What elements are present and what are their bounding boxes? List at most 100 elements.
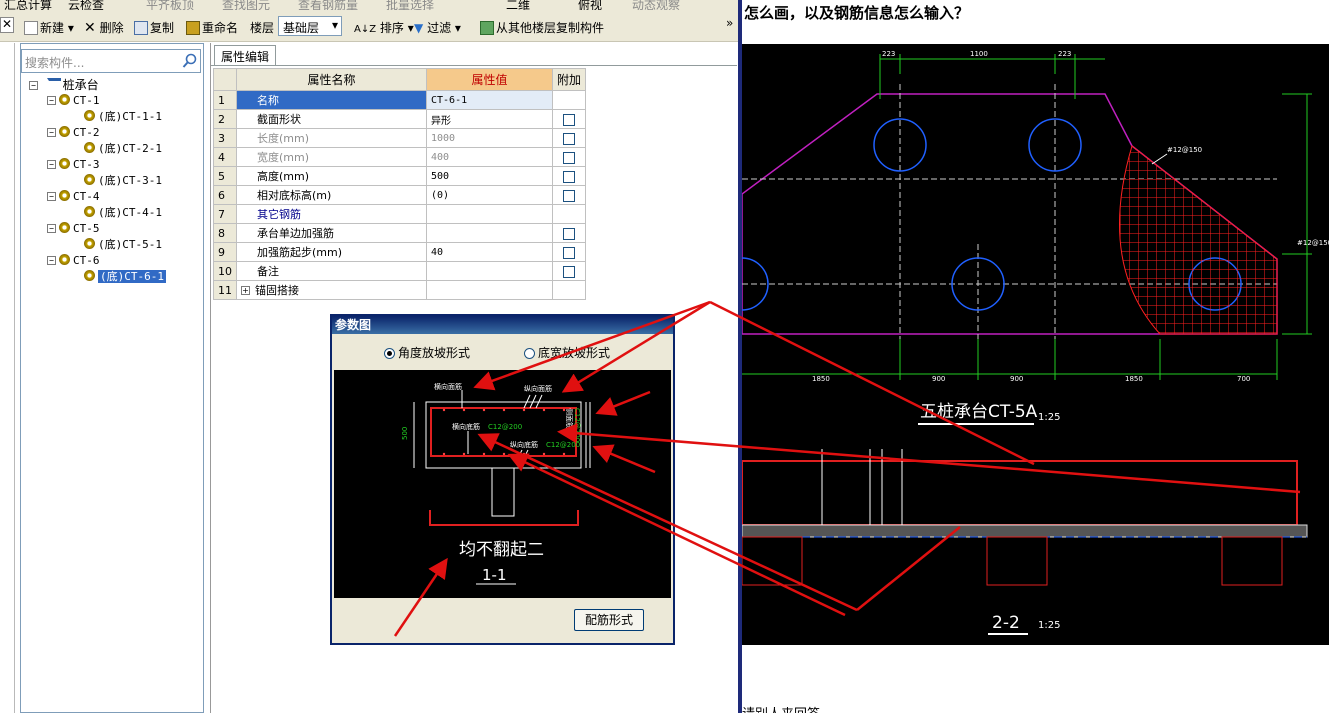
tree-item-child[interactable]: (底)CT-3-1 [81, 173, 162, 189]
extra-checkbox[interactable] [563, 170, 575, 183]
extra-cell[interactable] [551, 109, 587, 129]
note-label: 均不翻起二 [459, 540, 544, 560]
chevron-down-icon: ▾ [331, 18, 338, 32]
find-element-button[interactable]: 查找图元 [222, 0, 270, 10]
table-row[interactable]: 1 名称 CT-6-1 [213, 90, 587, 110]
property-value[interactable]: 40 [426, 242, 553, 262]
property-value[interactable]: CT-6-1 [426, 90, 553, 110]
angle-slope-radio[interactable]: 角度放坡形式 [384, 344, 470, 361]
rebar-form-button[interactable]: 配筋形式 [574, 609, 644, 631]
tree-item-parent[interactable]: − CT-3 [47, 157, 100, 173]
tree-item-parent[interactable]: − CT-4 [47, 189, 100, 205]
tree-item-label: CT-3 [73, 158, 100, 171]
table-row[interactable]: 3 长度(mm) 1000 [213, 128, 587, 148]
collapse-icon[interactable]: − [29, 81, 38, 90]
table-row[interactable]: 9 加强筋起步(mm) 40 [213, 242, 587, 262]
expand-icon[interactable]: + [241, 286, 250, 295]
view-2d-select[interactable]: 二维 [506, 0, 530, 10]
table-row[interactable]: 7 其它钢筋 [213, 204, 587, 224]
dynamic-view-button[interactable]: 动态观察 [632, 0, 680, 10]
copy-button[interactable]: 复制 [134, 19, 174, 36]
batch-select-button[interactable]: 批量选择 [386, 0, 434, 10]
property-value[interactable]: 异形 [426, 109, 553, 129]
filter-button[interactable]: ▼ 过滤 ▾ [414, 19, 461, 36]
property-value[interactable] [426, 280, 553, 300]
tree-item-child[interactable]: (底)CT-1-1 [81, 109, 162, 125]
gear-icon [59, 222, 70, 233]
tree-item-parent[interactable]: − CT-2 [47, 125, 100, 141]
top-view-select[interactable]: 俯视 [578, 0, 602, 10]
collapse-icon[interactable]: − [47, 256, 56, 265]
property-value[interactable] [426, 261, 553, 281]
table-row[interactable]: 2 截面形状 异形 [213, 109, 587, 129]
extra-cell[interactable] [551, 261, 587, 281]
property-value[interactable] [426, 223, 553, 243]
collapse-icon[interactable]: − [47, 192, 56, 201]
label-a: #12@150 [1297, 239, 1329, 247]
collapse-icon[interactable]: − [47, 128, 56, 137]
cad-svg: 223 1100 223 #12@150 #12@150 1850 900 90… [742, 50, 1329, 635]
property-name: 备注 [236, 261, 427, 281]
extra-cell[interactable] [551, 147, 587, 167]
extra-checkbox[interactable] [563, 246, 575, 259]
new-button[interactable]: 新建 ▾ [24, 19, 74, 36]
extra-checkbox[interactable] [563, 227, 575, 240]
tree-item-child[interactable]: (底)CT-6-1 [81, 269, 166, 285]
property-value[interactable]: (0) [426, 185, 553, 205]
table-row[interactable]: 5 高度(mm) 500 [213, 166, 587, 186]
property-value[interactable] [426, 204, 553, 224]
extra-cell[interactable] [551, 166, 587, 186]
flush-slab-top-button[interactable]: 平齐板顶 [146, 0, 194, 10]
extra-checkbox[interactable] [563, 132, 575, 145]
tree-item-parent[interactable]: − CT-5 [47, 221, 100, 237]
collapse-icon[interactable]: − [47, 96, 56, 105]
answer-hint[interactable]: 请别人来回答 [742, 703, 820, 713]
close-icon[interactable]: ✕ [0, 17, 14, 33]
width-slope-radio[interactable]: 底宽放坡形式 [524, 344, 610, 361]
section-title: 2-2 [992, 613, 1020, 633]
extra-cell[interactable] [551, 242, 587, 262]
summary-calc-button[interactable]: 汇总计算 [4, 0, 52, 10]
extra-cell[interactable] [551, 223, 587, 243]
delete-button[interactable]: ✕ 删除 [84, 19, 124, 36]
cloud-check-button[interactable]: 云检查 [68, 0, 104, 10]
rename-button[interactable]: 重命名 [186, 19, 238, 36]
extra-cell[interactable] [551, 185, 587, 205]
tree-item-child[interactable]: (底)CT-4-1 [81, 205, 162, 221]
extra-checkbox[interactable] [563, 113, 575, 126]
sort-button[interactable]: A↓Z 排序 ▾ [354, 19, 414, 36]
tree-item-parent[interactable]: − CT-6 [47, 253, 100, 269]
row-index: 2 [213, 109, 237, 129]
tree-item-child[interactable]: (底)CT-2-1 [81, 141, 162, 157]
table-row[interactable]: 8 承台单边加强筋 [213, 223, 587, 243]
table-row[interactable]: 4 宽度(mm) 400 [213, 147, 587, 167]
search-input[interactable]: 搜索构件... [25, 54, 84, 71]
table-row[interactable]: 11 + 锚固搭接 [213, 280, 587, 300]
bottom-h-value: C12@200 [488, 423, 522, 431]
extra-checkbox[interactable] [563, 189, 575, 202]
tab-property-edit[interactable]: 属性编辑 [214, 45, 277, 65]
collapse-icon[interactable]: − [47, 160, 56, 169]
more-button[interactable]: » [726, 16, 733, 30]
extra-cell[interactable] [551, 128, 587, 148]
table-header: 属性名称 属性值 附加 [213, 68, 587, 91]
search-icon[interactable] [182, 53, 198, 72]
extra-checkbox[interactable] [563, 265, 575, 278]
view-rebar-button[interactable]: 查看钢筋量 [298, 0, 358, 10]
copy-from-floor-button[interactable]: 从其他楼层复制构件 [480, 19, 604, 36]
table-row[interactable]: 6 相对底标高(m) (0) [213, 185, 587, 205]
top-h-label: 横向面筋 [434, 382, 462, 391]
tree-item-parent[interactable]: − CT-1 [47, 93, 100, 109]
tree-root[interactable]: − 桩承台 [29, 77, 99, 93]
extra-checkbox[interactable] [563, 151, 575, 164]
property-value[interactable]: 400 [426, 147, 553, 167]
section-label: 1-1 [482, 566, 507, 584]
collapse-icon[interactable]: − [47, 224, 56, 233]
floor-select[interactable]: 基础层 ▾ [278, 16, 342, 36]
property-name: 加强筋起步(mm) [236, 242, 427, 262]
table-row[interactable]: 10 备注 [213, 261, 587, 281]
property-value[interactable]: 1000 [426, 128, 553, 148]
tree-item-child[interactable]: (底)CT-5-1 [81, 237, 162, 253]
property-value[interactable]: 500 [426, 166, 553, 186]
copy-floor-icon [480, 21, 494, 35]
